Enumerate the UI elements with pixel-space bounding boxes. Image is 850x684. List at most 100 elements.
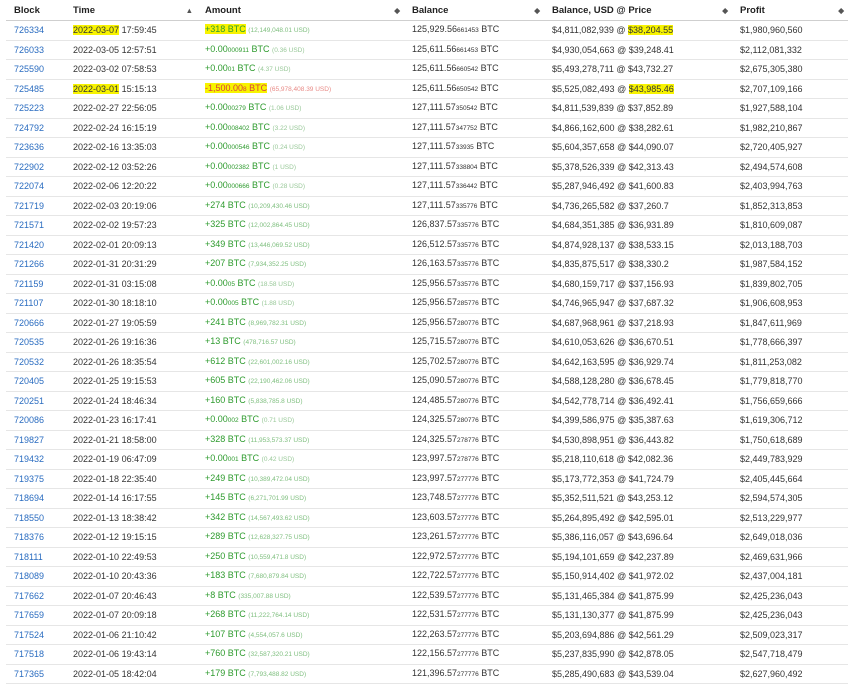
sort-icon[interactable]: ◆ [722,6,728,15]
block-link[interactable]: 721107 [14,298,43,308]
block-link[interactable]: 719827 [14,435,44,445]
sort-icon[interactable]: ◆ [838,6,844,15]
sort-icon[interactable]: ◆ [394,6,400,15]
profit-value: $2,494,574,608 [740,161,803,172]
col-header-profit[interactable]: Profit ◆ [732,0,848,21]
block-link[interactable]: 720535 [14,337,44,347]
profit-cell: $2,707,109,166 [732,79,848,99]
amount-cell: +289 BTC (12,628,327.75 USD) [197,527,404,548]
time-cell: 2022-03-02 07:58:53 [65,59,197,80]
profit-cell: $1,779,818,770 [732,371,848,392]
balance-cell: 125,090.57280776 BTC [404,371,544,392]
col-label: Block [14,4,40,16]
balance-value: 127,111.57 [412,141,456,151]
col-header-time[interactable]: Time ▲︎ [65,0,197,21]
profit-cell: $1,839,802,705 [732,274,848,294]
block-cell: 718550 [6,508,65,528]
balance-unit: BTC [473,141,495,151]
block-link[interactable]: 717659 [14,610,44,620]
balance-cell: 122,722.57277776 BTC [404,566,544,587]
balance-usd-cell: $4,736,265,582 @ $37,260.7 [544,196,732,216]
amount-value: +0.00 [205,63,228,73]
amount-cell: +605 BTC (22,190,462.06 USD) [197,371,404,392]
balance-value: 123,997.57 [412,453,458,463]
block-link[interactable]: 717524 [14,630,44,640]
balance-usd-value: $4,642,163,595 [552,356,615,367]
sort-icon[interactable]: ◆ [534,6,540,15]
block-link[interactable]: 721719 [14,201,44,211]
amount-fraction: 000911 [227,46,249,54]
amount-value: +145 BTC [205,492,246,502]
block-link[interactable]: 718694 [14,493,44,503]
block-link[interactable]: 721266 [14,259,44,269]
profit-value: $2,547,718,479 [740,649,803,659]
balance-usd-value: $4,542,778,714 [552,395,615,406]
block-cell: 722074 [6,176,65,197]
block-link[interactable]: 720666 [14,318,44,328]
balance-value: 127,111.57 [412,102,456,112]
amount-usd: (4.37 USD) [258,66,291,73]
block-link[interactable]: 719375 [14,474,44,484]
col-header-amount[interactable]: Amount ◆ [197,0,404,21]
balance-usd-cell: $5,287,946,492 @ $41,600.83 [544,176,732,197]
balance-value: 122,539.57 [412,589,458,600]
price-value: $43,985.46 [628,83,674,94]
col-header-balance[interactable]: Balance ◆ [404,0,544,21]
time-text: 19:43:14 [121,649,157,659]
table-row: 720532 2022-01-26 18:35:54 +612 BTC (22,60… [6,352,848,372]
amount-usd: (10,209,430.46 USD) [248,202,310,210]
block-link[interactable]: 726334 [14,25,44,35]
price-value: $37,687.32 [628,298,674,308]
block-link[interactable]: 719432 [14,454,44,464]
block-link[interactable]: 717365 [14,669,44,679]
price-value: $42,237.89 [628,551,674,562]
block-link[interactable]: 721571 [14,220,44,230]
block-link[interactable]: 722074 [14,181,44,191]
block-link[interactable]: 720086 [14,415,44,425]
block-link[interactable]: 726033 [14,45,44,55]
balance-usd-value: $4,588,128,280 [552,376,615,386]
balance-cell: 123,997.57278776 BTC [404,449,544,470]
balance-usd-cell: $5,131,465,384 @ $41,875.99 [544,586,732,606]
balance-value: 123,748.57 [412,492,458,502]
amount-cell: +0.0000279 BTC (1.06 USD) [197,98,404,119]
amount-value: +179 BTC [205,667,246,678]
block-link[interactable]: 718376 [14,532,44,542]
block-link[interactable]: 720532 [14,357,44,367]
block-cell: 721159 [6,274,65,294]
block-link[interactable]: 724792 [14,123,44,133]
price-value: $41,724.79 [628,473,674,484]
block-link[interactable]: 717662 [14,591,44,601]
block-link[interactable]: 721159 [14,279,43,289]
amount-usd: (11,222,764.14 USD) [248,612,310,619]
block-link[interactable]: 721420 [14,240,44,250]
block-link[interactable]: 718111 [14,552,43,562]
profit-cell: $2,720,405,927 [732,137,848,158]
balance-cell: 124,325.57278776 BTC [404,430,544,450]
sort-icon[interactable]: ▲︎ [186,6,193,15]
profit-cell: $1,778,666,397 [732,332,848,353]
amount-unit: BTC [238,414,260,424]
balance-fraction: 335776 [457,222,479,229]
col-header-block[interactable]: Block [6,0,65,21]
block-link[interactable]: 718089 [14,571,44,581]
block-link[interactable]: 725485 [14,84,44,94]
block-link[interactable]: 717518 [14,649,44,659]
block-link[interactable]: 725590 [14,64,44,74]
profit-cell: $2,405,445,664 [732,469,848,489]
col-header-balance-usd[interactable]: Balance, USD @ Price ◆ [544,0,732,21]
block-link[interactable]: 720251 [14,396,44,406]
block-link[interactable]: 720405 [14,376,44,386]
balance-fraction: 277776 [457,612,479,619]
block-link[interactable]: 722902 [14,162,44,172]
table-row: 720086 2022-01-23 16:17:41 +0.00002 BTC (0… [6,410,848,431]
balance-fraction: 285776 [457,300,479,307]
profit-value: $2,594,574,305 [740,493,803,503]
profit-value: $1,839,802,705 [740,278,803,289]
balance-usd-value: $5,386,116,057 [552,532,614,542]
price-value: $41,972.02 [628,571,674,581]
block-link[interactable]: 723636 [14,142,44,152]
block-link[interactable]: 718550 [14,513,44,523]
block-link[interactable]: 725223 [14,103,44,113]
time-cell: 2022-01-13 18:38:42 [65,508,197,528]
